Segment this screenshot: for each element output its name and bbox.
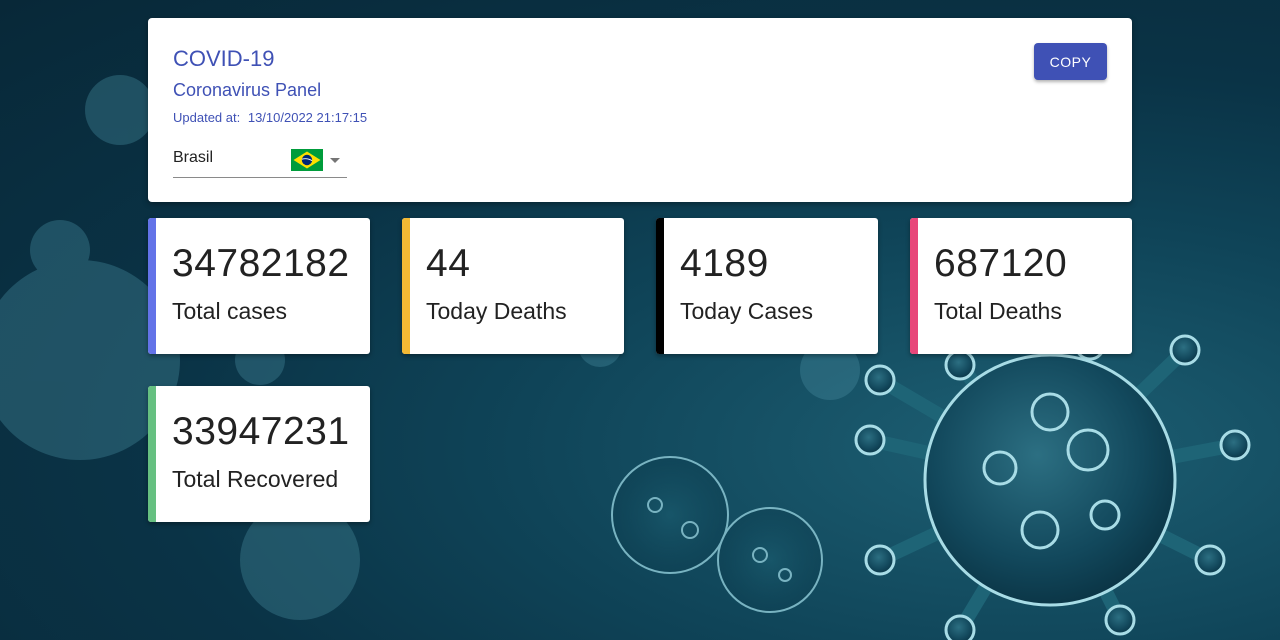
stat-value: 34782182 bbox=[172, 242, 350, 285]
stat-card-total-cases: 34782182 Total cases bbox=[148, 218, 370, 354]
stat-value: 4189 bbox=[680, 242, 769, 285]
page-subtitle: Coronavirus Panel bbox=[173, 80, 322, 100]
stat-accent-bar bbox=[402, 218, 410, 354]
stat-accent-bar bbox=[148, 386, 156, 522]
stat-card-today-cases: 4189 Today Cases bbox=[656, 218, 878, 354]
stat-label: Today Deaths bbox=[426, 298, 567, 324]
stat-card-total-deaths: 687120 Total Deaths bbox=[910, 218, 1132, 354]
stat-card-today-deaths: 44 Today Deaths bbox=[402, 218, 624, 354]
brazil-flag-icon bbox=[291, 149, 323, 171]
updated-timestamp: Updated at: 13/10/2022 21:17:15 bbox=[173, 110, 367, 125]
updated-value: 13/10/2022 21:17:15 bbox=[247, 110, 368, 125]
stat-accent-bar bbox=[148, 218, 156, 354]
stat-accent-bar bbox=[910, 218, 918, 354]
updated-label: Updated at: bbox=[173, 110, 241, 125]
country-select-value: Brasil bbox=[173, 149, 214, 166]
stat-label: Total cases bbox=[172, 298, 288, 324]
stat-card-total-recovered: 33947231 Total Recovered bbox=[148, 386, 370, 522]
stat-label: Total Recovered bbox=[172, 466, 339, 492]
page-title: COVID-19 bbox=[173, 46, 275, 71]
stat-label: Total Deaths bbox=[934, 298, 1062, 324]
stat-value: 44 bbox=[426, 242, 471, 285]
chevron-down-icon bbox=[330, 158, 340, 163]
header-card: COVID-19 Coronavirus Panel Updated at: 1… bbox=[148, 18, 1132, 202]
country-select[interactable]: Brasil bbox=[173, 144, 347, 178]
stat-value: 33947231 bbox=[172, 410, 350, 453]
stat-accent-bar bbox=[656, 218, 664, 354]
copy-button[interactable]: COPY bbox=[1034, 43, 1107, 80]
stat-label: Today Cases bbox=[680, 298, 813, 324]
stat-value: 687120 bbox=[934, 242, 1068, 285]
